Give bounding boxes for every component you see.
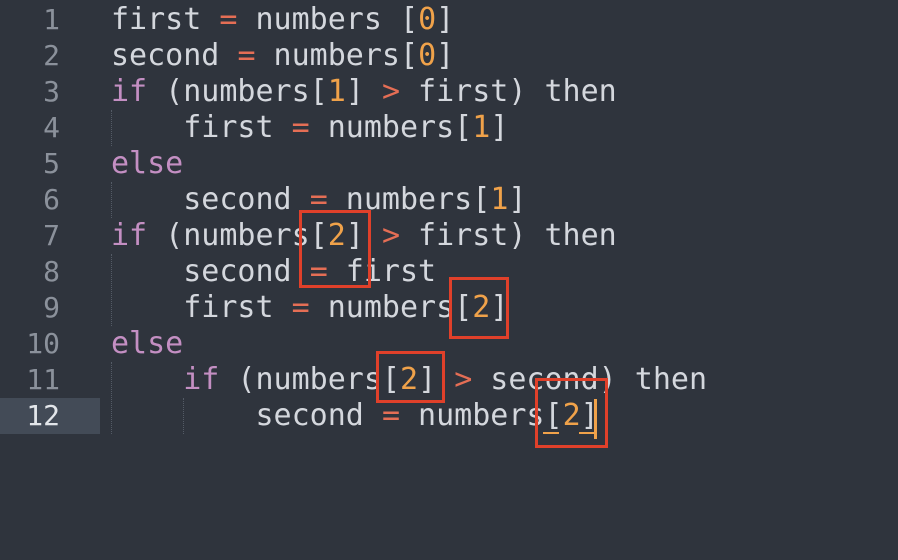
code-token: (numbers[ bbox=[147, 218, 328, 253]
line-number[interactable]: 9 bbox=[0, 290, 100, 326]
line-number[interactable]: 4 bbox=[0, 110, 100, 146]
indent-guide bbox=[111, 254, 112, 326]
code-line[interactable]: second = first bbox=[111, 254, 436, 290]
operator-token: > bbox=[454, 362, 473, 397]
code-token: ] bbox=[508, 182, 527, 217]
bracket-match-underline bbox=[543, 432, 559, 434]
line-number-gutter: 1 2 3 4 5 6 7 8 9 10 11 12 bbox=[0, 0, 100, 560]
indent-guide bbox=[111, 110, 112, 146]
line-number[interactable]: 8 bbox=[0, 254, 100, 290]
number-token: 1 bbox=[327, 74, 346, 109]
code-token: first bbox=[111, 110, 292, 145]
keyword-token: else bbox=[111, 146, 184, 181]
operator-token: = bbox=[309, 254, 328, 289]
code-line[interactable]: first = numbers[2] bbox=[111, 290, 508, 326]
code-line[interactable]: if (numbers[2] > second) then bbox=[111, 362, 707, 398]
text-cursor bbox=[594, 399, 597, 439]
code-line[interactable]: else bbox=[111, 146, 183, 182]
code-token: first) then bbox=[400, 218, 617, 253]
code-line[interactable]: first = numbers[1] bbox=[111, 110, 508, 146]
indent-guide bbox=[111, 362, 112, 434]
line-number[interactable]: 12 bbox=[0, 398, 100, 434]
keyword-token: if bbox=[183, 362, 220, 397]
code-token: second bbox=[111, 182, 310, 217]
code-token: first) then bbox=[400, 74, 617, 109]
operator-token: = bbox=[291, 290, 310, 325]
number-token: 2 bbox=[562, 398, 581, 433]
number-token: 0 bbox=[418, 38, 437, 73]
number-token: 1 bbox=[472, 110, 491, 145]
code-line[interactable]: second = numbers[0] bbox=[111, 38, 454, 74]
operator-token: > bbox=[381, 218, 400, 253]
operator-token: = bbox=[291, 110, 310, 145]
code-token: ] bbox=[490, 110, 509, 145]
code-token: second bbox=[111, 254, 310, 289]
code-line[interactable]: second = numbers[1] bbox=[111, 182, 526, 218]
code-token: numbers[ bbox=[400, 398, 563, 433]
code-token: numbers[ bbox=[309, 110, 473, 145]
number-token: 1 bbox=[490, 182, 509, 217]
keyword-token: if bbox=[111, 218, 148, 253]
indent-guide bbox=[183, 398, 184, 434]
code-line[interactable]: else bbox=[111, 326, 183, 362]
code-token: ] bbox=[436, 2, 455, 37]
code-token: (numbers[ bbox=[147, 74, 328, 109]
indent-guide bbox=[111, 182, 112, 218]
line-number[interactable]: 2 bbox=[0, 38, 100, 74]
operator-token: = bbox=[309, 182, 328, 217]
code-token: ] bbox=[418, 362, 455, 397]
code-line[interactable]: first = numbers [0] bbox=[111, 2, 454, 38]
number-token: 2 bbox=[472, 290, 491, 325]
code-line[interactable]: second = numbers[2] bbox=[111, 398, 598, 434]
line-number[interactable]: 5 bbox=[0, 146, 100, 182]
code-token: numbers[ bbox=[327, 182, 491, 217]
number-token: 2 bbox=[327, 218, 346, 253]
code-editor[interactable]: 1 2 3 4 5 6 7 8 9 10 11 12 first = numbers [0] secon… bbox=[0, 0, 898, 560]
code-token: first bbox=[327, 254, 437, 289]
code-line[interactable]: if (numbers[2] > first) then bbox=[111, 218, 617, 254]
code-token: second bbox=[111, 398, 382, 433]
code-token: ] bbox=[490, 290, 509, 325]
number-token: 0 bbox=[418, 2, 437, 37]
operator-token: = bbox=[219, 2, 238, 37]
line-number[interactable]: 1 bbox=[0, 2, 100, 38]
line-number[interactable]: 7 bbox=[0, 218, 100, 254]
operator-token: = bbox=[381, 398, 400, 433]
operator-token: > bbox=[381, 74, 400, 109]
keyword-token: if bbox=[111, 74, 148, 109]
line-number[interactable]: 6 bbox=[0, 182, 100, 218]
operator-token: = bbox=[237, 38, 256, 73]
number-token: 2 bbox=[400, 362, 419, 397]
code-token: ] bbox=[345, 218, 382, 253]
line-number[interactable]: 11 bbox=[0, 362, 100, 398]
code-token: numbers[ bbox=[255, 38, 419, 73]
code-token: first bbox=[111, 290, 292, 325]
line-number[interactable]: 3 bbox=[0, 74, 100, 110]
bracket-match-underline bbox=[579, 432, 595, 434]
code-token: numbers [ bbox=[237, 2, 419, 37]
code-token: second) then bbox=[472, 362, 708, 397]
keyword-token: else bbox=[111, 326, 184, 361]
code-token: first bbox=[111, 2, 220, 37]
code-token: ] bbox=[345, 74, 382, 109]
code-token: (numbers[ bbox=[219, 362, 400, 397]
code-token: numbers[ bbox=[309, 290, 473, 325]
code-line[interactable]: if (numbers[1] > first) then bbox=[111, 74, 617, 110]
code-token: ] bbox=[436, 38, 455, 73]
line-number[interactable]: 10 bbox=[0, 326, 100, 362]
code-token: second bbox=[111, 38, 238, 73]
